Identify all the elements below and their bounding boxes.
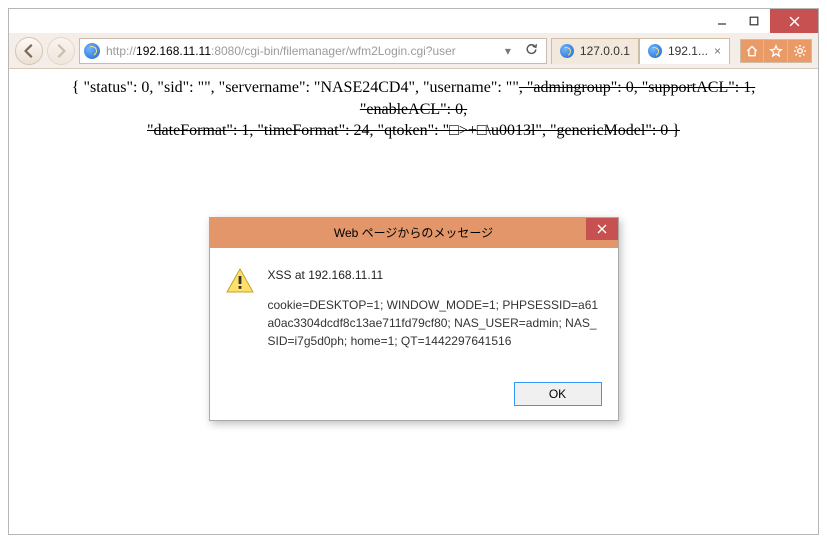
refresh-icon xyxy=(525,43,538,56)
dialog-body: XSS at 192.168.11.11 cookie=DESKTOP=1; W… xyxy=(210,248,618,374)
tab-close-icon[interactable]: × xyxy=(714,44,721,58)
dialog-text: cookie=DESKTOP=1; WINDOW_MODE=1; PHPSESS… xyxy=(268,296,602,350)
tab-label: 127.0.0.1 xyxy=(580,44,630,58)
close-icon xyxy=(597,224,607,234)
tab-favicon-icon xyxy=(648,44,662,58)
page-json-output: { "status": 0, "sid": "", "servername": … xyxy=(27,77,800,142)
minimize-button[interactable] xyxy=(706,9,738,33)
json-segment-struck-2: "dateFormat": 1, "timeFormat": 24, "qtok… xyxy=(147,122,680,139)
page-viewport: { "status": 0, "sid": "", "servername": … xyxy=(9,69,818,534)
toolbar-right xyxy=(734,38,812,64)
ok-button[interactable]: OK xyxy=(514,382,602,406)
favorites-button[interactable] xyxy=(764,39,788,63)
refresh-button[interactable] xyxy=(521,43,542,59)
tab-label: 192.1... xyxy=(668,44,708,58)
warning-icon xyxy=(226,268,254,294)
dialog-title: Web ページからのメッセージ xyxy=(334,225,493,241)
dialog-actions: OK xyxy=(210,374,618,420)
window-close-button[interactable] xyxy=(770,9,818,33)
titlebar-spacer xyxy=(9,9,706,33)
tools-button[interactable] xyxy=(788,39,812,63)
star-icon xyxy=(769,44,783,58)
tab-strip: 127.0.0.1 192.1... × xyxy=(551,38,730,64)
back-button[interactable] xyxy=(15,37,43,65)
url-text: http://192.168.11.11:8080/cgi-bin/filema… xyxy=(106,44,495,58)
dialog-close-button[interactable] xyxy=(586,218,618,240)
forward-button[interactable] xyxy=(47,37,75,65)
dialog-message: XSS at 192.168.11.11 cookie=DESKTOP=1; W… xyxy=(268,266,602,362)
dialog-titlebar: Web ページからのメッセージ xyxy=(210,218,618,248)
gear-icon xyxy=(793,44,807,58)
window-titlebar xyxy=(9,9,818,33)
json-segment-plain: { "status": 0, "sid": "", "servername": … xyxy=(72,79,519,96)
home-button[interactable] xyxy=(740,39,764,63)
url-path: :8080/cgi-bin/filemanager/wfm2Login.cgi?… xyxy=(211,44,456,58)
nav-bar: http://192.168.11.11:8080/cgi-bin/filema… xyxy=(9,33,818,69)
ie-favicon-icon xyxy=(84,43,100,59)
tab-active[interactable]: 192.1... × xyxy=(639,38,730,64)
url-scheme: http:// xyxy=(106,44,136,58)
tab-favicon-icon xyxy=(560,44,574,58)
alert-dialog: Web ページからのメッセージ XSS at 192.168.11.11 coo… xyxy=(209,217,619,421)
browser-window: http://192.168.11.11:8080/cgi-bin/filema… xyxy=(8,8,819,535)
tab-inactive[interactable]: 127.0.0.1 xyxy=(551,38,639,64)
address-dropdown-icon[interactable]: ▾ xyxy=(501,44,515,58)
maximize-button[interactable] xyxy=(738,9,770,33)
url-host: 192.168.11.11 xyxy=(136,44,211,58)
address-bar[interactable]: http://192.168.11.11:8080/cgi-bin/filema… xyxy=(79,38,547,64)
dialog-heading: XSS at 192.168.11.11 xyxy=(268,266,602,284)
home-icon xyxy=(745,44,759,58)
